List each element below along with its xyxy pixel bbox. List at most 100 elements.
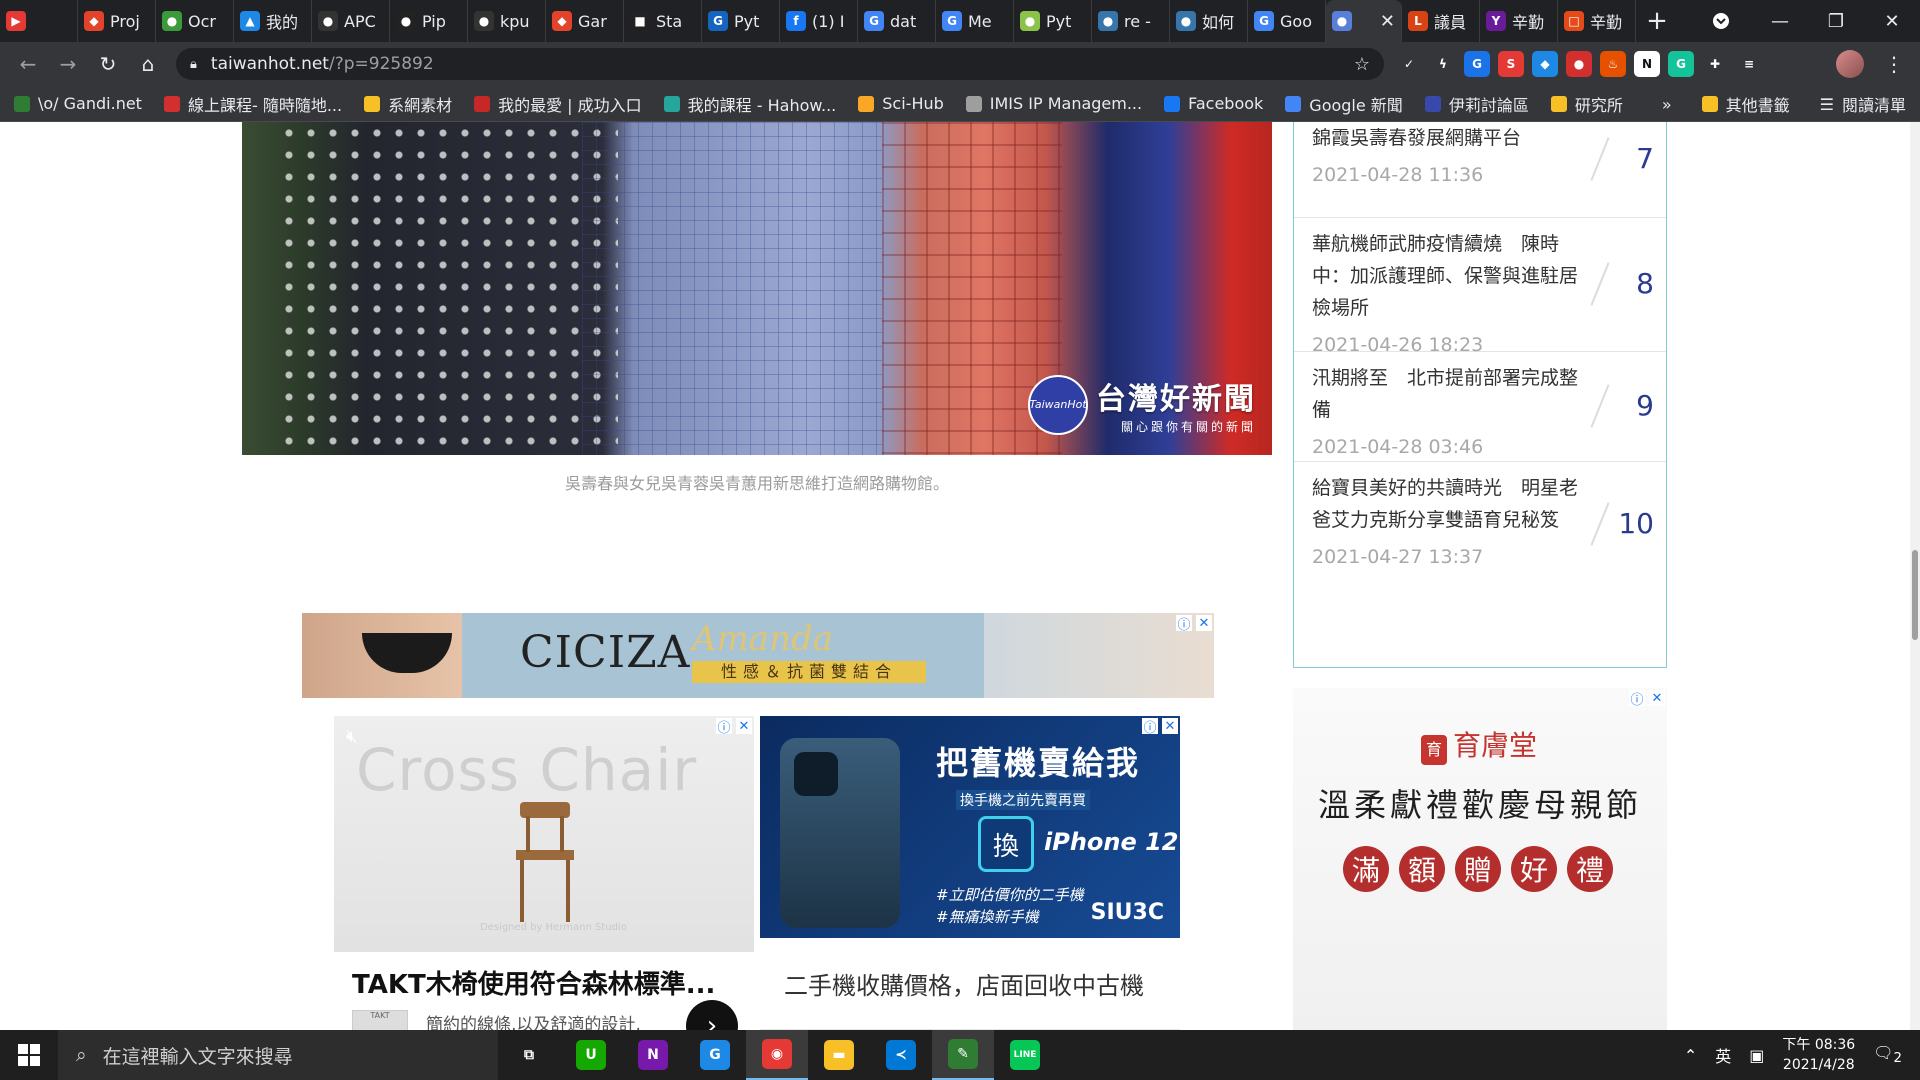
browser-tab[interactable]: ◆ Gar [546, 0, 624, 42]
record-icon[interactable]: ● [1566, 51, 1592, 77]
ad-card-title[interactable]: TAKT木椅使用符合森林標準... [334, 964, 754, 1001]
check-icon[interactable]: ✓ [1396, 51, 1422, 77]
scrollbar-thumb[interactable] [1912, 550, 1918, 640]
browser-tab[interactable]: ■ Sta [624, 0, 702, 42]
ad-close-icon[interactable]: ✕ [1196, 615, 1212, 631]
bookmark-star-icon[interactable]: ☆ [1354, 54, 1370, 75]
tray-chevron-icon[interactable]: ⌃ [1684, 1046, 1697, 1065]
file-explorer-taskbar-icon[interactable]: ▬ [808, 1030, 870, 1080]
browser-tab[interactable]: ▶ [0, 0, 78, 42]
fire-icon[interactable]: ♨ [1600, 51, 1626, 77]
translate-icon[interactable]: G [1464, 51, 1490, 77]
browser-tab[interactable]: ● re - [1092, 0, 1170, 42]
bookmark-item[interactable]: 我的課程 - Hahow... [663, 92, 836, 116]
adchoices-icon[interactable]: ⓘ [1629, 690, 1645, 708]
profile-avatar[interactable] [1836, 50, 1864, 78]
clock[interactable]: 下午 08:36 2021/4/28 [1782, 1035, 1855, 1075]
windows-start-icon[interactable] [0, 1030, 58, 1080]
forward-icon[interactable]: → [48, 44, 88, 84]
browser-tab[interactable]: ● kpu [468, 0, 546, 42]
notion-icon[interactable]: N [1634, 51, 1660, 77]
browser-tab[interactable]: Gdat [858, 0, 936, 42]
browser-tab[interactable]: ● Pip [390, 0, 468, 42]
chrome-taskbar-icon[interactable]: ◉ [746, 1030, 808, 1080]
ad-card-title[interactable]: 二手機收購價格，店面回收中古機 [760, 938, 1180, 1030]
vscode-taskbar-icon[interactable]: ≺ [870, 1030, 932, 1080]
taskbar-search[interactable]: ⌕ 在這裡輸入文字來搜尋 [58, 1030, 498, 1080]
s-icon[interactable]: S [1498, 51, 1524, 77]
bookmark-item[interactable]: Google 新聞 [1285, 92, 1403, 116]
scrollbar[interactable] [1910, 122, 1920, 1030]
browser-tab[interactable]: G Pyt [702, 0, 780, 42]
mute-icon[interactable]: 🔇︎ [346, 726, 357, 747]
bookmark-item[interactable]: 伊莉討論區 [1424, 92, 1529, 116]
browser-tab[interactable]: ● Ocr [156, 0, 234, 42]
ad-close-icon[interactable]: ✕ [736, 718, 752, 734]
news-list-item[interactable]: 華航機師武肺疫情續燒 陳時中：加派護理師、保警與進駐居檢場所 2021-04-26… [1294, 218, 1666, 356]
news-title[interactable]: 華航機師武肺疫情續燒 陳時中：加派護理師、保警與進駐居檢場所 [1312, 228, 1592, 324]
bookmark-item[interactable]: Sci-Hub [858, 94, 944, 113]
browser-tab[interactable]: ● APC [312, 0, 390, 42]
notifications-icon[interactable]: 🗨︎2 [1873, 1043, 1902, 1066]
news-title[interactable]: 給寶貝美好的共讀時光 明星老爸艾力克斯分享雙語育兒秘笈 [1312, 472, 1592, 536]
news-list-item[interactable]: 給寶貝美好的共讀時光 明星老爸艾力克斯分享雙語育兒秘笈 2021-04-27 13… [1294, 462, 1666, 588]
bookmark-item[interactable]: 系網素材 [364, 92, 452, 116]
chrome-menu-icon[interactable]: ⋮ [1884, 42, 1904, 86]
browser-tab[interactable]: □ 辛勤 [1558, 0, 1636, 42]
onenote-taskbar-icon[interactable]: N [622, 1030, 684, 1080]
bookmark-item[interactable]: 研究所 [1550, 92, 1623, 116]
address-bar[interactable]: 🔒︎ taiwanhot.net/?p=925892 ☆ [176, 48, 1384, 80]
ad-close-icon[interactable]: ✕ [1649, 690, 1665, 706]
reload-icon[interactable]: ↻ [88, 44, 128, 84]
shield-icon[interactable]: ◆ [1532, 51, 1558, 77]
browser-tab[interactable]: G Me [936, 0, 1014, 42]
tab-close-icon[interactable]: ✕ [1380, 11, 1395, 32]
news-title[interactable]: 汛期將至 北市提前部署完成整備 [1312, 362, 1592, 426]
tab-search-icon[interactable] [1708, 8, 1734, 34]
browser-tab[interactable]: ● Pyt [1014, 0, 1092, 42]
puzzle-icon[interactable]: ✚ [1702, 51, 1728, 77]
ad-card-chair[interactable]: Cross Chair Designed by Hermann Studio 🔇… [334, 716, 754, 1030]
bookmark-item[interactable]: IMIS IP Managem... [965, 94, 1142, 113]
carousel-next-icon[interactable]: › [686, 1000, 738, 1030]
line-taskbar-icon[interactable]: LINE [994, 1030, 1056, 1080]
bookmark-item[interactable]: \o/ Gandi.net [14, 94, 142, 113]
playlist-icon[interactable]: ≡ [1736, 51, 1762, 77]
reading-list[interactable]: ☰ 閱讀清單 [1820, 92, 1906, 116]
news-title[interactable]: 吉菜賣廳 阿霞飯店子創辦人吳錦霞吳壽春發展網購平台 [1312, 122, 1592, 154]
bookmark-item[interactable]: 我的最愛 | 成功入口 [474, 92, 642, 116]
other-bookmarks[interactable]: 其他書籤 [1701, 92, 1790, 116]
bookmarks-more-icon[interactable]: » [1662, 95, 1672, 114]
ad-card-phone[interactable]: 把舊機賣給我 換手機之前先賣再買 換 iPhone 12 #立即估價你的二手機 … [760, 716, 1180, 1030]
ad-close-icon[interactable]: ✕ [1162, 718, 1178, 734]
right-ad[interactable]: ⓘ ✕ 育育膚堂 溫柔獻禮歡慶母親節 滿額贈好禮 [1293, 688, 1667, 1030]
browser-tab[interactable]: ● ✕ [1326, 0, 1402, 42]
minimize-icon[interactable]: — [1752, 0, 1808, 42]
browser-tab[interactable]: G Goo [1248, 0, 1326, 42]
adchoices-icon[interactable]: ⓘ [1176, 615, 1192, 633]
browser-tab[interactable]: Y 辛勤 [1480, 0, 1558, 42]
browser-tab[interactable]: ● 如何 [1170, 0, 1248, 42]
back-icon[interactable]: ← [8, 44, 48, 84]
lock-icon[interactable]: 🔒︎ [190, 57, 197, 72]
grammarly-icon[interactable]: G [1668, 51, 1694, 77]
task-view-taskbar-icon[interactable]: ⧉ [498, 1030, 560, 1080]
upwork-taskbar-icon[interactable]: U [560, 1030, 622, 1080]
bookmark-item[interactable]: 線上課程- 隨時隨地... [163, 92, 342, 116]
adchoices-icon[interactable]: ⓘ [716, 718, 732, 736]
adchoices-icon[interactable]: ⓘ [1142, 718, 1158, 736]
news-list-item[interactable]: 汛期將至 北市提前部署完成整備 2021-04-28 03:46 9 [1294, 352, 1666, 462]
browser-tab[interactable]: ▲ 我的 [234, 0, 312, 42]
news-list-item[interactable]: 吉菜賣廳 阿霞飯店子創辦人吳錦霞吳壽春發展網購平台 2021-04-28 11:3… [1294, 122, 1666, 218]
ime-indicator[interactable]: 英 [1715, 1043, 1731, 1067]
maximize-icon[interactable]: ❐ [1808, 0, 1864, 42]
bookmark-item[interactable]: Facebook [1164, 94, 1263, 113]
close-window-icon[interactable]: ✕ [1864, 0, 1920, 42]
browser-tab[interactable]: L 議員 [1402, 0, 1480, 42]
home-icon[interactable]: ⌂ [128, 44, 168, 84]
new-tab-icon[interactable]: + [1636, 0, 1678, 42]
browser-tab[interactable]: ◆ Proj [78, 0, 156, 42]
ime-mode-icon[interactable]: ▣ [1749, 1046, 1764, 1065]
bolt-icon[interactable]: ϟ [1430, 51, 1456, 77]
pen-app-taskbar-icon[interactable]: ✎ [932, 1030, 994, 1080]
